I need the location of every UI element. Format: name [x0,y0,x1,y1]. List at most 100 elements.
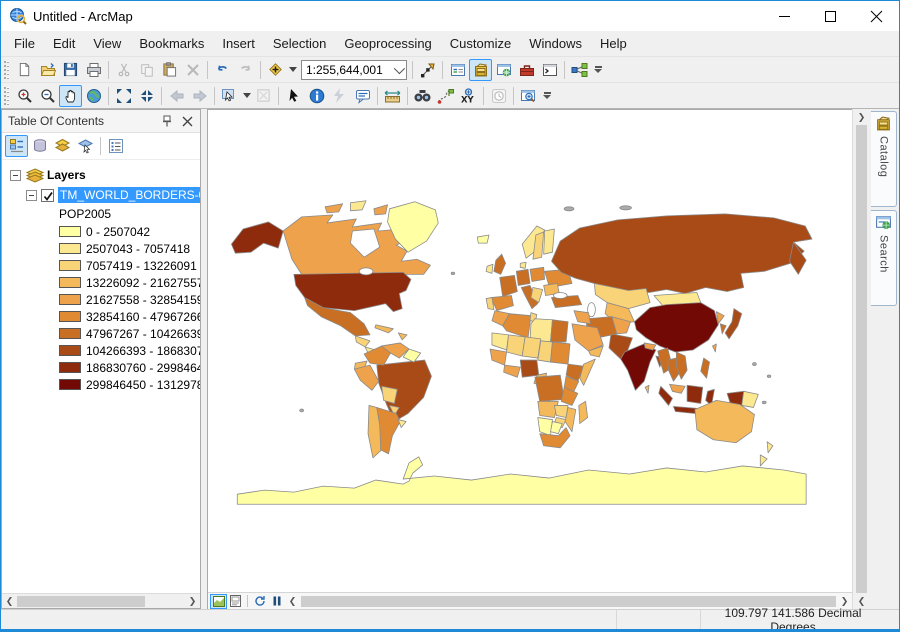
legend-class-row[interactable]: 32854160 - 47967266 [2,308,200,325]
country-sumatra[interactable] [659,386,673,405]
country-sri-lanka[interactable] [645,385,649,393]
fixed-zoom-out-button[interactable] [135,85,158,107]
country-iceland[interactable] [477,235,489,243]
map-vscroll-thumb[interactable] [856,125,867,593]
country-niger[interactable] [522,337,541,358]
toolbar-grip[interactable] [4,61,9,79]
legend-swatch[interactable] [59,328,81,339]
country-germany[interactable] [516,269,530,285]
pause-drawing-button[interactable] [268,594,285,609]
country-new-zealand-north[interactable] [767,442,773,453]
country-west-africa[interactable] [490,349,507,365]
legend-swatch[interactable] [59,345,81,356]
country-peru[interactable] [354,365,378,390]
legend-class-row[interactable]: 7057419 - 13226091 [2,257,200,274]
country-ghana[interactable] [504,365,521,377]
zoom-out-button[interactable] [36,85,59,107]
menu-customize[interactable]: Customize [441,32,520,55]
country-tanzania[interactable] [561,387,578,405]
toolbar-grip[interactable] [4,87,9,105]
menu-windows[interactable]: Windows [520,32,591,55]
country-uk[interactable] [494,254,506,274]
country-france[interactable] [500,275,518,296]
legend-swatch[interactable] [59,260,81,271]
editor-toolbar-button[interactable] [416,59,439,81]
search-tab[interactable]: Search [871,210,897,306]
country-spain[interactable] [491,296,513,311]
print-button[interactable] [82,59,105,81]
collapse-icon[interactable] [26,190,37,201]
legend-swatch[interactable] [59,362,81,373]
country-taiwan[interactable] [712,344,716,352]
country-alaska[interactable] [231,222,283,253]
country-bolivia[interactable] [382,386,398,403]
map-canvas[interactable] [208,110,852,592]
select-features-button[interactable] [218,85,241,107]
viewer-window-button[interactable] [517,85,540,107]
legend-swatch[interactable] [59,243,81,254]
measure-button[interactable] [381,85,404,107]
layout-view-button[interactable] [227,594,244,609]
legend-class-row[interactable]: 21627558 - 32854159 [2,291,200,308]
country-uruguay[interactable] [398,420,406,428]
table-of-contents-button[interactable] [446,59,469,81]
country-australia[interactable] [695,400,755,442]
menu-selection[interactable]: Selection [264,32,335,55]
list-by-visibility-button[interactable] [51,135,74,157]
catalog-tab[interactable]: Catalog [871,111,897,207]
country-denmark[interactable] [520,262,526,268]
paste-button[interactable] [158,59,181,81]
list-by-selection-button[interactable] [74,135,97,157]
country-guatemala[interactable] [355,336,370,347]
back-extent-button[interactable] [165,85,188,107]
add-data-dropdown[interactable] [287,59,299,81]
country-japan[interactable] [725,309,742,339]
maximize-button[interactable] [807,1,853,31]
catalog-window-button[interactable] [469,59,492,81]
country-drc[interactable] [535,375,564,401]
clear-selection-button[interactable] [252,85,275,107]
minimize-button[interactable] [761,1,807,31]
go-to-xy-button[interactable]: XY [457,85,480,107]
pan-button[interactable] [59,85,82,107]
search-window-button[interactable] [492,59,515,81]
country-papua-new-guinea[interactable] [742,391,759,407]
map-scale-combobox[interactable]: 1:255,644,001 [301,60,407,80]
country-egypt[interactable] [550,320,568,342]
menu-insert[interactable]: Insert [213,32,264,55]
country-arctic-island-2[interactable] [350,201,366,211]
legend-class-row[interactable]: 0 - 2507042 [2,223,200,240]
data-view-button[interactable] [210,594,227,609]
toc-horizontal-scrollbar[interactable]: ❮ ❯ [2,593,200,608]
layer-name[interactable]: TM_WORLD_BORDERS-0. [58,187,200,203]
save-button[interactable] [59,59,82,81]
menu-file[interactable]: File [5,32,44,55]
scroll-up-icon[interactable]: ❯︎ [853,109,870,125]
country-iraq[interactable] [574,311,591,324]
list-by-source-button[interactable] [28,135,51,157]
scrollbar-thumb[interactable] [17,596,145,607]
legend-swatch[interactable] [59,294,81,305]
new-document-button[interactable] [13,59,36,81]
delete-button[interactable] [181,59,204,81]
country-new-zealand-south[interactable] [760,455,767,466]
add-data-button[interactable] [264,59,287,81]
list-by-drawing-order-button[interactable] [5,135,28,157]
copy-button[interactable] [135,59,158,81]
identify-button[interactable] [305,85,328,107]
open-button[interactable] [36,59,59,81]
country-russia[interactable] [551,214,812,294]
find-route-button[interactable] [434,85,457,107]
select-features-dropdown[interactable] [241,85,252,107]
country-argentina[interactable] [377,407,400,453]
legend-swatch[interactable] [59,379,81,390]
arctoolbox-button[interactable] [515,59,538,81]
full-extent-button[interactable] [82,85,105,107]
find-button[interactable] [411,85,434,107]
country-hispaniola[interactable] [398,333,407,340]
scroll-left-icon[interactable]: ❮ [285,594,300,609]
legend-swatch[interactable] [59,277,81,288]
select-elements-button[interactable] [282,85,305,107]
layers-group-row[interactable]: Layers [2,165,200,185]
legend-class-row[interactable]: 13226092 - 21627557 [2,274,200,291]
